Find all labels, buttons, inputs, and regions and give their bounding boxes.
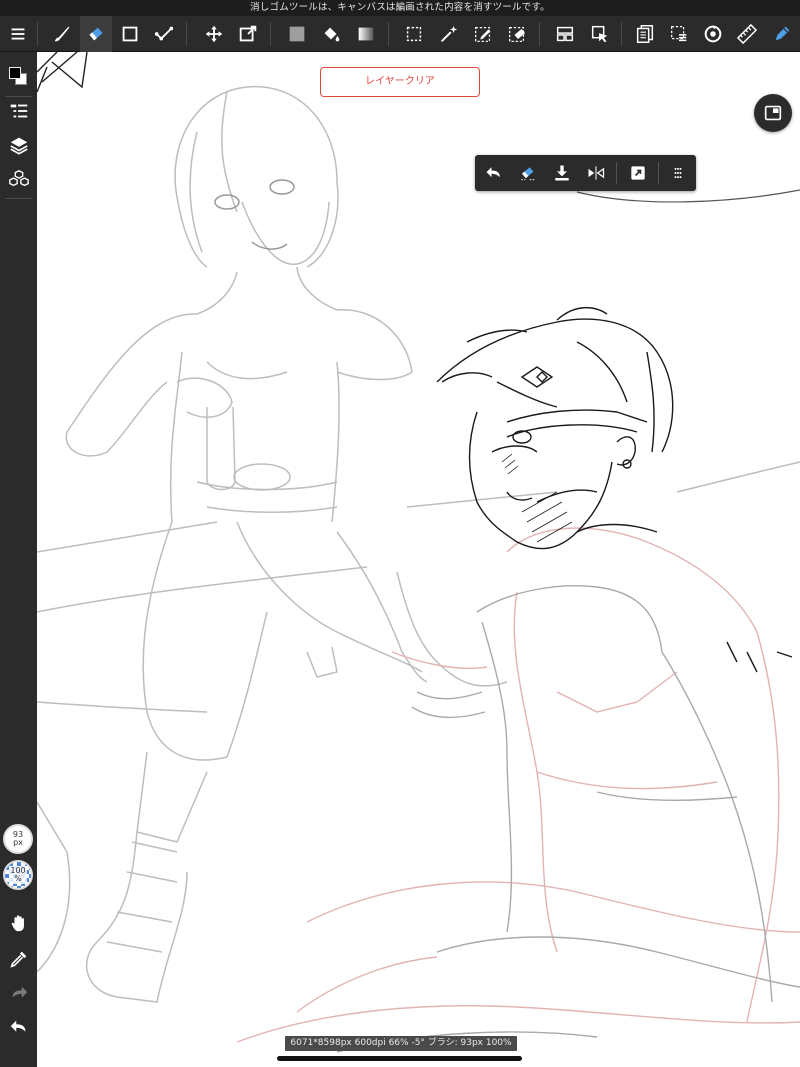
transform-tool-icon[interactable] bbox=[232, 16, 264, 52]
rotate-icon[interactable] bbox=[697, 16, 729, 52]
brush-tool-icon[interactable] bbox=[46, 16, 78, 52]
canvas-info-bar: 6071*8598px 600dpi 66% -5° ブラシ: 93px 100… bbox=[285, 1036, 517, 1051]
select-arrow-icon[interactable] bbox=[584, 16, 616, 52]
sketch-artwork bbox=[37, 52, 800, 1053]
eraser-clear-icon[interactable] bbox=[511, 155, 545, 191]
magic-wand-icon[interactable] bbox=[433, 16, 465, 52]
layers-icon[interactable] bbox=[0, 128, 37, 162]
gradient-icon[interactable] bbox=[350, 16, 382, 52]
menu-icon[interactable] bbox=[2, 16, 34, 52]
bucket-fill-icon[interactable] bbox=[315, 16, 347, 52]
eyedropper-icon[interactable] bbox=[0, 942, 37, 976]
layer-clear-button[interactable]: レイヤークリア bbox=[320, 67, 480, 97]
canvas-select-icon[interactable] bbox=[663, 16, 695, 52]
brush-size-label: 93 px bbox=[11, 830, 25, 848]
main-toolbar bbox=[0, 16, 800, 52]
opacity-label: 100 % bbox=[9, 866, 27, 884]
ruler-icon[interactable] bbox=[731, 16, 763, 52]
undo-icon[interactable] bbox=[0, 1010, 37, 1044]
move-tool-icon[interactable] bbox=[198, 16, 230, 52]
left-sidebar: 93 px 100 % bbox=[0, 52, 37, 1067]
rect-select-icon[interactable] bbox=[398, 16, 430, 52]
stroke-correction-icon[interactable] bbox=[148, 16, 180, 52]
quick-action-bar bbox=[475, 155, 696, 191]
select-pen-icon[interactable] bbox=[467, 16, 499, 52]
more-options-icon[interactable] bbox=[661, 155, 695, 191]
undo-action-icon[interactable] bbox=[477, 155, 511, 191]
layout-icon[interactable] bbox=[549, 16, 581, 52]
select-eraser-icon[interactable] bbox=[501, 16, 533, 52]
redo-icon[interactable] bbox=[0, 976, 37, 1010]
home-indicator[interactable] bbox=[277, 1056, 522, 1061]
drawing-canvas[interactable]: レイヤークリア bbox=[37, 52, 800, 1067]
tool-hint-bar: 消しゴムツールは、キャンバスは編画された内容を消すツールです。 bbox=[0, 0, 800, 16]
opacity-indicator[interactable]: 100 % bbox=[3, 860, 33, 890]
color-swatch[interactable] bbox=[8, 66, 28, 86]
transform-action-icon[interactable] bbox=[621, 155, 655, 191]
download-icon[interactable] bbox=[545, 155, 579, 191]
layer-list-icon[interactable] bbox=[0, 94, 37, 128]
flip-horizontal-icon[interactable] bbox=[579, 155, 613, 191]
hand-tool-icon[interactable] bbox=[0, 906, 37, 940]
navigator-button[interactable] bbox=[754, 94, 792, 132]
pen-settings-icon[interactable] bbox=[766, 16, 798, 52]
copy-layer-icon[interactable] bbox=[629, 16, 661, 52]
navigator-icon bbox=[764, 105, 782, 121]
rectangle-shape-icon[interactable] bbox=[114, 16, 146, 52]
brush-size-indicator[interactable]: 93 px bbox=[3, 824, 33, 854]
eraser-tool-icon[interactable] bbox=[80, 16, 112, 52]
materials-icon[interactable] bbox=[0, 162, 37, 196]
fill-color-icon[interactable] bbox=[281, 16, 313, 52]
